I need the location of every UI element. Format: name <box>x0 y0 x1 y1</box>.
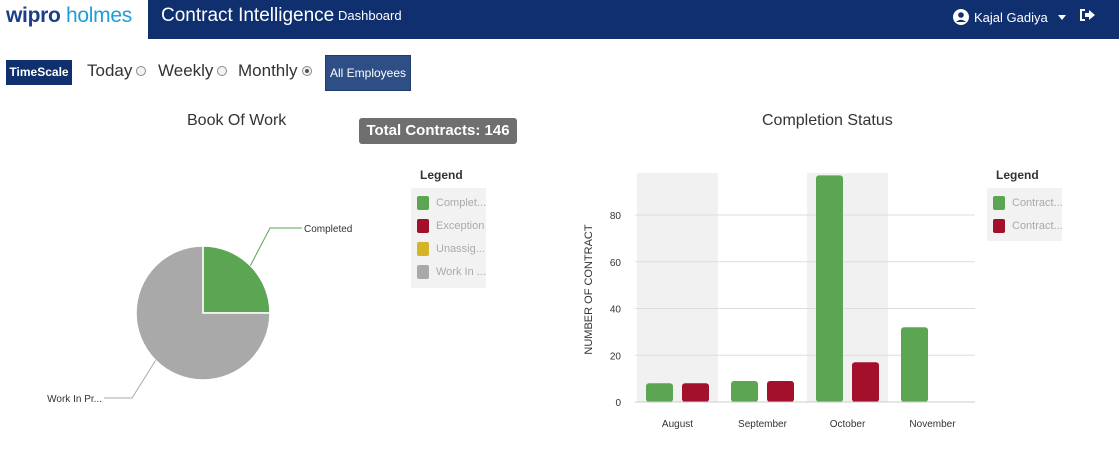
legend-label-series-1: Contract... <box>1012 197 1063 209</box>
bar-november-series-1[interactable] <box>901 327 928 402</box>
pie-label-0: Completed <box>304 224 352 235</box>
radio-today-label: Today <box>87 61 133 80</box>
all-employees-button[interactable]: All Employees <box>325 55 411 91</box>
sign-out-icon[interactable] <box>1078 7 1096 23</box>
legend-label-unassigned: Unassig... <box>436 243 485 255</box>
timescale-label: TimeScale <box>6 60 72 85</box>
legend-swatch-series-2 <box>993 219 1005 233</box>
pie-slice-0[interactable] <box>202 245 271 314</box>
radio-monthly-label: Monthly <box>238 61 298 80</box>
x-tick-label-0: August <box>662 419 693 430</box>
pie-leader-line-0 <box>249 227 302 266</box>
legend-swatch-exception <box>417 219 429 233</box>
radio-weekly-label: Weekly <box>158 61 214 80</box>
y-tick-label-0: 0 <box>615 398 621 409</box>
legend-label-series-2: Contract... <box>1012 220 1063 232</box>
legend-item-series-1[interactable]: Contract... <box>993 196 1063 210</box>
logo-text: wipro holmes <box>6 4 132 28</box>
legend-item-unassigned[interactable]: Unassig... <box>417 242 485 256</box>
radio-monthly-button[interactable] <box>301 66 312 76</box>
user-circle-icon <box>953 9 969 25</box>
radio-today[interactable]: Today <box>87 61 147 81</box>
pie-leader-line-1 <box>104 360 157 399</box>
y-axis-label: NUMBER OF CONTRACT <box>583 224 595 354</box>
logo: wipro holmes <box>0 0 148 39</box>
y-tick-label-3: 60 <box>610 258 622 269</box>
book-of-work-legend-title: Legend <box>420 168 463 182</box>
logo-holmes: holmes <box>66 4 132 27</box>
app-title: Contract Intelligence <box>161 5 335 26</box>
legend-label-work-in-progress: Work In ... <box>436 266 486 278</box>
book-of-work-legend: Complet... Exception Unassig... Work In … <box>411 188 486 288</box>
book-of-work-pie-chart: Completed Work In Pr... <box>47 224 352 405</box>
bar-august-series-1[interactable] <box>646 383 673 402</box>
bar-october-series-1[interactable] <box>816 175 843 402</box>
category-band-0 <box>637 173 718 402</box>
legend-item-series-2[interactable]: Contract... <box>993 219 1063 233</box>
legend-label-exception: Exception <box>436 220 485 232</box>
legend-item-completed[interactable]: Complet... <box>417 196 486 210</box>
radio-monthly[interactable]: Monthly <box>238 61 312 81</box>
legend-item-exception[interactable]: Exception <box>417 219 484 233</box>
y-tick-label-4: 80 <box>610 211 622 222</box>
y-tick-label-1: 20 <box>610 351 622 362</box>
radio-weekly-button[interactable] <box>217 66 228 76</box>
top-navbar: wipro holmes Contract Intelligence Dashb… <box>0 0 1119 39</box>
legend-swatch-work-in-progress <box>417 265 429 279</box>
legend-label-completed: Complet... <box>436 197 487 209</box>
y-tick-label-2: 40 <box>610 305 622 316</box>
legend-swatch-completed <box>417 196 429 210</box>
completion-status-bar-chart: 0 20 40 60 80 NUMBER OF CONTRACT August Septemb… <box>583 173 975 430</box>
bar-september-series-1[interactable] <box>731 380 758 402</box>
completion-status-title: Completion Status <box>762 112 893 129</box>
nav-dashboard-link[interactable]: Dashboard <box>338 8 402 23</box>
user-name: Kajal Gadiya <box>974 9 1048 25</box>
x-tick-label-1: September <box>738 419 788 430</box>
book-of-work-title: Book Of Work <box>187 112 287 129</box>
completion-status-legend: Contract... Contract... <box>987 188 1063 241</box>
legend-swatch-series-1 <box>993 196 1005 210</box>
bar-august-series-2[interactable] <box>682 383 709 402</box>
completion-status-legend-title: Legend <box>996 168 1039 182</box>
radio-weekly[interactable]: Weekly <box>158 61 228 81</box>
x-tick-label-3: November <box>909 419 956 430</box>
radio-today-button[interactable] <box>136 66 147 76</box>
legend-item-work-in-progress[interactable]: Work In ... <box>417 265 486 279</box>
x-tick-label-2: October <box>830 419 866 430</box>
legend-swatch-unassigned <box>417 242 429 256</box>
bar-september-series-2[interactable] <box>767 380 794 402</box>
pie-label-1: Work In Pr... <box>47 394 102 405</box>
user-menu[interactable]: Kajal Gadiya <box>953 7 1067 27</box>
logo-wipro: wipro <box>6 4 61 27</box>
caret-down-icon <box>1057 15 1066 20</box>
total-contracts-badge: Total Contracts: 146 <box>359 118 517 144</box>
bar-october-series-2[interactable] <box>852 362 879 402</box>
